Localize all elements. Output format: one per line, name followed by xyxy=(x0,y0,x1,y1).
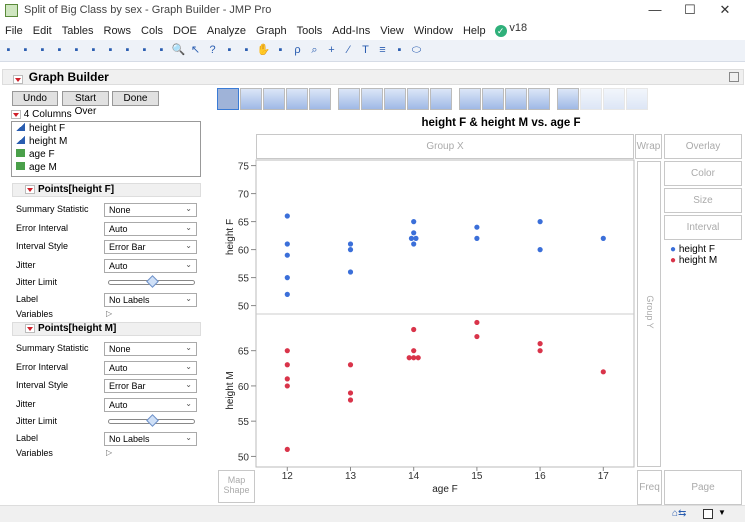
data-point[interactable] xyxy=(537,219,543,225)
data-point[interactable] xyxy=(284,213,290,219)
x-tick-label: 14 xyxy=(408,471,420,482)
data-point[interactable] xyxy=(347,247,354,253)
data-point[interactable] xyxy=(406,355,412,361)
data-point[interactable] xyxy=(284,275,290,281)
data-point[interactable] xyxy=(411,230,417,236)
y-tick-label: 55 xyxy=(238,274,250,285)
data-point[interactable] xyxy=(284,362,290,368)
y-tick-label: 60 xyxy=(238,246,250,257)
data-point[interactable] xyxy=(284,383,290,389)
x-tick-label: 13 xyxy=(345,471,357,482)
data-point[interactable] xyxy=(284,252,290,258)
data-point[interactable] xyxy=(474,333,480,340)
data-point[interactable] xyxy=(474,224,480,230)
x-tick-label: 12 xyxy=(282,471,294,482)
data-point[interactable] xyxy=(284,376,290,382)
data-point[interactable] xyxy=(347,362,354,368)
home-icon[interactable]: ⌂⇆ xyxy=(672,508,686,519)
data-point[interactable] xyxy=(600,235,606,241)
x-axis-label: age F xyxy=(432,484,458,495)
y-tick-label: 70 xyxy=(238,190,250,201)
y-tick-label: 75 xyxy=(238,162,250,173)
data-point[interactable] xyxy=(411,241,417,247)
data-point[interactable] xyxy=(408,235,415,241)
data-point[interactable] xyxy=(413,235,419,241)
data-point[interactable] xyxy=(600,369,606,375)
y-tick-label: 55 xyxy=(238,417,250,428)
y-tick-label: 50 xyxy=(238,302,250,313)
y-axis-label: height M xyxy=(225,371,236,409)
data-point[interactable] xyxy=(284,291,290,297)
status-bar: ⌂⇆ ▼ xyxy=(0,505,745,522)
x-tick-label: 15 xyxy=(471,471,483,482)
data-point[interactable] xyxy=(537,348,543,354)
data-point[interactable] xyxy=(284,446,290,452)
data-point[interactable] xyxy=(347,397,354,403)
data-point[interactable] xyxy=(411,348,417,354)
data-point[interactable] xyxy=(537,247,543,253)
x-tick-label: 16 xyxy=(535,471,547,482)
data-point[interactable] xyxy=(411,219,417,225)
data-point[interactable] xyxy=(284,348,290,354)
window-layout-icon[interactable] xyxy=(703,509,713,519)
data-point[interactable] xyxy=(537,341,543,347)
x-tick-label: 17 xyxy=(598,471,610,482)
data-point[interactable] xyxy=(415,355,421,361)
y-tick-label: 60 xyxy=(238,382,250,393)
data-point[interactable] xyxy=(347,269,354,275)
y-axis-label: height F xyxy=(225,219,236,255)
chevron-down-icon[interactable]: ▼ xyxy=(718,508,726,517)
y-tick-label: 50 xyxy=(238,452,250,463)
data-point[interactable] xyxy=(411,326,417,333)
data-point[interactable] xyxy=(347,241,354,247)
data-point[interactable] xyxy=(474,319,480,326)
data-point[interactable] xyxy=(347,390,354,396)
scatter-plot[interactable]: 50 55 60 65 70 75 height F 50 55 60 65 height M 12 13… xyxy=(0,0,745,505)
data-point[interactable] xyxy=(284,241,290,247)
data-point[interactable] xyxy=(474,235,480,241)
y-tick-label: 65 xyxy=(238,347,250,358)
y-tick-label: 65 xyxy=(238,218,250,229)
data-point[interactable] xyxy=(411,355,417,361)
